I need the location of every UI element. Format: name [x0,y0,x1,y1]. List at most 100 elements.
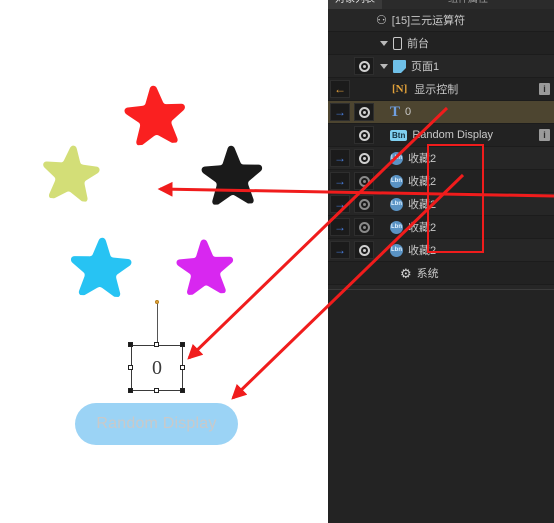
visibility-toggle-button[interactable] [354,241,374,259]
handle-se[interactable] [180,388,185,393]
goto-arrow-button[interactable]: → [330,218,350,236]
tree-row-visibility-gutter [352,217,376,238]
tree-row[interactable]: → Lbn 收藏2 [328,193,554,216]
object-list-panel: 对象列表 组件属性 ⚇[15]三元运算符前台页面1←[N]显示控制i→T0Btn… [328,0,554,523]
tree-row-label: 收藏2 [408,153,437,165]
tree-row-link-gutter [328,56,352,77]
chevron-down-icon[interactable] [380,40,388,46]
tree-row-body: 页面1 [376,56,554,77]
eye-icon [358,244,370,256]
handle-s[interactable] [154,388,159,393]
project-root-icon: ⚇ [376,13,387,27]
text-display-element[interactable]: 0 [131,345,183,391]
goto-arrow-button[interactable]: → [330,149,350,167]
tree-row-label: 显示控制 [414,84,459,96]
star-cyan[interactable] [68,232,133,298]
tree-row-link-gutter: → [328,148,352,169]
tree-row[interactable]: → Lbn 收藏2 [328,170,554,193]
random-display-button[interactable]: Random Display [75,403,238,445]
handle-nw[interactable] [128,342,133,347]
back-arrow-button[interactable]: ← [330,80,350,98]
handle-w[interactable] [128,365,133,370]
tree-row-label: 收藏2 [408,176,437,188]
tree-row[interactable]: ← [N] 显示控制 i [328,78,554,101]
visibility-toggle-button[interactable] [354,126,374,144]
star-yellow[interactable] [39,139,103,203]
tab-component-properties[interactable]: 组件属性 [441,0,495,9]
visibility-toggle-button[interactable] [354,218,374,236]
tree-row-visibility-gutter [352,102,376,123]
star-component-icon: Lbn [390,174,403,188]
info-icon[interactable]: i [539,129,550,141]
tree-row-link-gutter: → [328,240,352,261]
visibility-toggle-button[interactable] [354,172,374,190]
visibility-toggle-button[interactable] [354,149,374,167]
handle-e[interactable] [180,365,185,370]
tree-row-label: [15]三元运算符 [391,15,466,27]
visibility-toggle-button[interactable] [354,195,374,213]
handle-ne[interactable] [180,342,185,347]
tree-row-body: 前台 [376,33,554,54]
tree-row-label: 收藏2 [408,199,437,211]
text-display-value: 0 [152,357,162,379]
goto-arrow-button[interactable]: → [330,172,350,190]
tree-row[interactable]: ⚙ 系统 [328,262,554,285]
eye-icon [358,129,370,141]
eye-icon [358,175,370,187]
tree-row-label: 页面1 [411,61,440,73]
tree-row-visibility-gutter [352,263,376,284]
info-icon[interactable]: i [539,83,550,95]
tree-row[interactable]: 前台 [328,32,554,55]
tree-row-visibility-gutter [352,56,376,77]
phone-canvas[interactable]: 0 Random Display [0,0,328,523]
tree-row-body: [N] 显示控制 i [376,79,554,100]
handle-sw[interactable] [128,388,133,393]
tree-row[interactable]: ⚇ [15]三元运算符 [328,9,554,32]
tree-row[interactable]: Btn Random Display i [328,124,554,147]
arrow-right-icon: → [334,220,346,234]
tree-row-label: 系统 [416,268,439,280]
tree-row-body: ⚙ 系统 [376,263,554,284]
chevron-down-icon[interactable] [380,63,388,69]
tree-row-visibility-gutter [352,194,376,215]
tree-row-body: Lbn 收藏2 [376,171,554,192]
tab-object-list[interactable]: 对象列表 [328,0,382,9]
tree-row-link-gutter: → [328,217,352,238]
tree-row-link-gutter: → [328,171,352,192]
eye-icon [358,60,370,72]
panel-tabbar: 对象列表 组件属性 [328,0,554,9]
tree-row[interactable]: 页面1 [328,55,554,78]
rotation-stem [157,303,158,345]
tree-row[interactable]: → Lbn 收藏2 [328,239,554,262]
star-black[interactable] [200,141,264,206]
tree-row-link-gutter: → [328,102,352,123]
goto-arrow-button[interactable]: → [330,241,350,259]
goto-arrow-button[interactable]: → [330,103,350,121]
tree-row-visibility-gutter [352,79,376,100]
tree-row-body: Lbn 收藏2 [376,148,554,169]
visibility-toggle-button[interactable] [354,103,374,121]
panel-empty-area [328,289,554,523]
tree-row-visibility-gutter [352,171,376,192]
tree-row[interactable]: → Lbn 收藏2 [328,147,554,170]
rotation-handle[interactable] [155,300,159,304]
arrow-right-icon: → [334,151,346,165]
tree-row[interactable]: → T 0 [328,101,554,124]
button-component-icon: Btn [390,129,408,141]
goto-arrow-button[interactable]: → [330,195,350,213]
star-red[interactable] [122,80,188,146]
star-magenta[interactable] [175,235,236,296]
tree-row[interactable]: → Lbn 收藏2 [328,216,554,239]
tree-row-visibility-gutter [352,240,376,261]
object-tree[interactable]: ⚇ [15]三元运算符 前台 页面1 ← [N] 显示控制 i → T 0 Btn Random Dis… [328,9,554,308]
tree-row-body: Lbn 收藏2 [376,217,554,238]
star-component-icon: Lbn [390,151,403,165]
tree-row-body: Lbn 收藏2 [376,240,554,261]
tree-row-visibility-gutter [352,148,376,169]
visibility-toggle-button[interactable] [354,57,374,75]
handle-n[interactable] [154,342,159,347]
tab-object-list-label: 对象列表 [335,0,375,5]
eye-icon [358,106,370,118]
tree-row-visibility-gutter [352,125,376,146]
tree-row-visibility-gutter [352,10,376,31]
